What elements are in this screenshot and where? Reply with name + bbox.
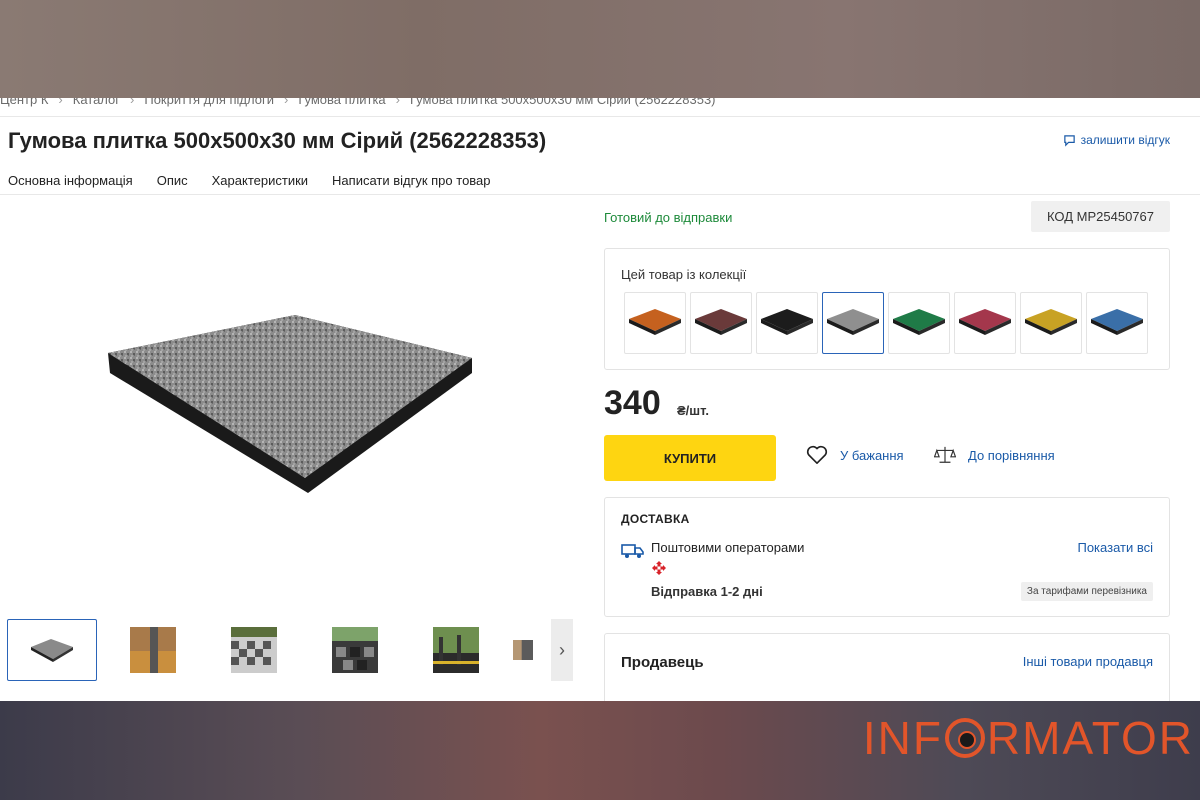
tile-color-image [827,309,879,335]
tile-color-image [761,309,813,335]
tile-color-image [1025,309,1077,335]
seller-heading: Продавець [621,654,704,671]
chevron-right-icon: › [130,98,135,107]
thumbnail-next-button[interactable]: › [551,619,573,681]
leave-review-link[interactable]: залишити відгук [1063,133,1170,147]
tab-characteristics[interactable]: Характеристики [212,173,308,188]
collection-box: Цей товар із колекції [604,248,1170,370]
wishlist-label: У бажання [840,447,904,463]
compare-button[interactable]: До порівняння [934,445,1055,465]
breadcrumb-item[interactable]: Центр К [0,98,48,108]
leave-review-label: залишити відгук [1080,133,1170,147]
seller-box: Продавець Інші товари продавця [604,633,1170,701]
thumbnail-image [433,627,479,673]
logo-text-right: RMATOR [986,712,1194,764]
collection-label: Цей товар із колекції [621,267,747,282]
thumbnail[interactable] [108,619,198,681]
collection-swatch[interactable] [888,292,950,354]
collection-swatch[interactable] [954,292,1016,354]
tile-color-image [695,309,747,335]
collection-swatch[interactable] [1020,292,1082,354]
dispatch-time: Відправка 1-2 дні [651,584,763,599]
comment-icon [1063,134,1075,147]
compare-label: До порівняння [968,447,1055,463]
tariff-badge: За тарифами перевізника [1020,582,1153,601]
thumbnail-image [231,627,277,673]
thumbnail-image [513,640,533,660]
tile-color-image [893,309,945,335]
other-seller-items-link[interactable]: Інші товари продавця [1023,654,1153,669]
price-unit: ₴/шт. [677,403,709,418]
product-page: Центр К › Каталог › Покриття для підлоги… [0,98,1200,701]
breadcrumb-current: Гумова плитка 500х500х30 мм Сірий (25622… [410,98,716,107]
eye-icon [944,718,985,758]
thumbnail-strip [7,619,534,681]
thumbnail[interactable] [310,619,400,681]
truck-icon [621,544,644,558]
collection-swatch[interactable] [1086,292,1148,354]
nova-poshta-icon [652,561,666,575]
tile-color-image [959,309,1011,335]
heart-icon [806,445,828,464]
show-all-delivery-link[interactable]: Показати всі [1077,540,1153,555]
tab-write-review[interactable]: Написати відгук про товар [332,173,490,188]
page-title: Гумова плитка 500х500х30 мм Сірий (25622… [8,128,547,153]
scales-icon [934,446,956,463]
thumbnail[interactable] [209,619,299,681]
informator-logo: INF RMATOR [863,708,1194,768]
price-value: 340 [604,384,661,422]
availability-status: Готовий до відправки [604,210,733,225]
chevron-right-icon: › [395,98,401,107]
divider [0,194,1200,195]
product-tabs: Основна інформація Опис Характеристики Н… [8,173,491,188]
breadcrumb: Центр К › Каталог › Покриття для підлоги… [0,98,716,108]
divider [0,116,1200,117]
tile-color-image [1091,309,1143,335]
chevron-right-icon: › [58,98,63,107]
delivery-box: ДОСТАВКА Поштовими операторами Показати … [604,497,1170,617]
delivery-method: Поштовими операторами [651,540,805,555]
breadcrumb-item[interactable]: Гумова плитка [298,98,385,108]
top-blurred-banner [0,0,1200,98]
thumbnail-image [332,627,378,673]
tile-color-image [629,309,681,335]
thumbnail-image [31,639,73,662]
collection-swatch[interactable] [624,292,686,354]
product-image[interactable] [100,303,480,493]
buy-button[interactable]: КУПИТИ [604,435,776,481]
wishlist-button[interactable]: У бажання [806,445,904,465]
collection-swatch[interactable] [690,292,752,354]
chevron-right-icon: › [283,98,289,107]
tab-main-info[interactable]: Основна інформація [8,173,133,188]
thumbnail[interactable] [411,619,501,681]
thumbnail[interactable] [7,619,97,681]
collection-swatches [624,292,1148,354]
delivery-heading: ДОСТАВКА [621,512,690,526]
breadcrumb-item[interactable]: Покриття для підлоги [144,98,274,108]
collection-swatch[interactable] [756,292,818,354]
thumbnail-image [130,627,176,673]
thumbnail[interactable] [512,619,534,681]
logo-text-left: INF [862,712,943,764]
collection-swatch[interactable] [822,292,884,354]
tab-description[interactable]: Опис [157,173,188,188]
breadcrumb-item[interactable]: Каталог [73,98,120,108]
chevron-right-icon: › [559,639,565,660]
product-code-badge: КОД MP25450767 [1031,201,1170,232]
